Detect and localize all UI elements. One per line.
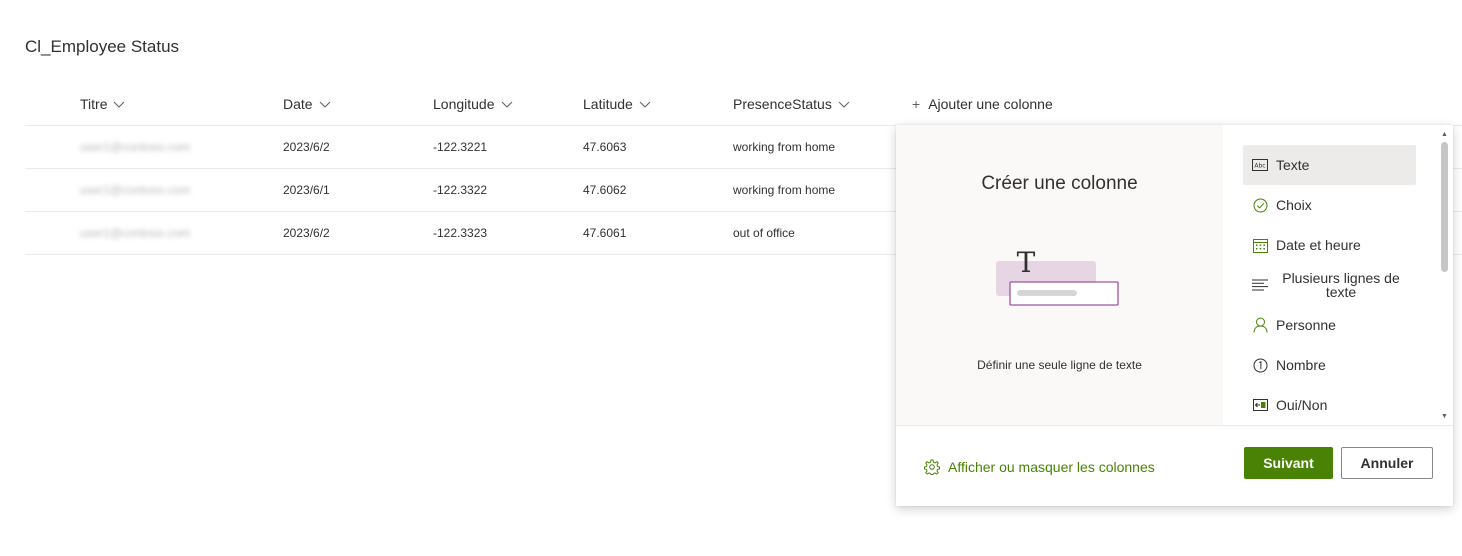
gear-icon [924,459,940,475]
column-header-titre[interactable]: Titre [80,96,125,112]
cell-presence-status: working from home [733,140,836,154]
column-header-presencestatus[interactable]: PresenceStatus [733,96,850,112]
person-icon [1252,317,1268,333]
svg-text:Abc: Abc [1254,163,1265,170]
column-type-multiline-text[interactable]: Plusieurs lignes de texte [1243,265,1416,305]
column-type-label: Date et heure [1276,237,1361,253]
show-hide-columns-link[interactable]: Afficher ou masquer les colonnes [924,459,1155,475]
list-title: Cl_Employee Status [25,37,180,56]
show-hide-columns-label: Afficher ou masquer les colonnes [948,459,1155,475]
column-type-preview: Créer une colonne T Définir une seule li… [896,125,1223,425]
choice-check-icon [1252,197,1268,213]
column-type-label: Texte [1276,157,1310,173]
type-list-scrollbar[interactable]: ▲ ▼ [1436,125,1453,425]
text-field-illustration: T [996,246,1119,306]
column-type-choice[interactable]: Choix [1243,185,1416,225]
column-type-list: Abc Texte Choix Date et heure Plusieurs … [1223,125,1436,425]
column-header-latitude[interactable]: Latitude [583,96,651,112]
calendar-icon [1252,237,1268,253]
cell-presence-status: out of office [733,226,795,240]
cell-date: 2023/6/1 [283,183,330,197]
add-column-button[interactable]: + Ajouter une colonne [912,96,1053,112]
chevron-down-icon [838,101,850,108]
cell-longitude: -122.3322 [433,183,488,197]
cell-date: 2023/6/2 [283,226,330,240]
column-header-label: Latitude [583,96,633,112]
column-header-date[interactable]: Date [283,96,331,112]
column-type-label: Nombre [1276,357,1326,373]
column-type-label: Choix [1276,197,1312,213]
number-icon [1252,357,1268,373]
column-type-label: Oui/Non [1276,397,1328,413]
chevron-down-icon [639,101,651,108]
column-header-label: PresenceStatus [733,96,832,112]
panel-footer: Afficher ou masquer les colonnes Suivant… [896,425,1453,506]
column-header-row: Titre Date Longitude Latitude PresenceSt… [25,84,1462,126]
scroll-up-arrow-icon[interactable]: ▲ [1440,129,1449,139]
chevron-down-icon [114,101,125,108]
cell-presence-status: working from home [733,183,836,197]
cell-latitude: 47.6062 [583,183,627,197]
text-icon: Abc [1252,157,1268,173]
svg-text:T: T [1017,246,1036,279]
column-type-number[interactable]: Nombre [1243,345,1416,385]
column-header-label: Date [283,96,313,112]
column-type-datetime[interactable]: Date et heure [1243,225,1416,265]
add-column-label: Ajouter une colonne [928,96,1053,112]
chevron-down-icon [319,101,330,108]
column-type-label: Plusieurs lignes de texte [1282,270,1400,300]
column-type-yes-no[interactable]: Oui/Non [1243,385,1416,425]
cell-longitude: -122.3323 [433,226,488,240]
cell-titre[interactable]: user1@contoso.com [80,226,190,240]
cell-latitude: 47.6063 [583,140,627,154]
cell-date: 2023/6/2 [283,140,330,154]
column-type-text[interactable]: Abc Texte [1243,145,1416,185]
multiline-text-icon [1252,277,1268,293]
column-type-person[interactable]: Personne [1243,305,1416,345]
cell-titre[interactable]: user1@contoso.com [80,140,190,154]
column-type-label: Personne [1276,317,1336,333]
cell-titre[interactable]: user1@contoso.com [80,183,190,197]
create-column-panel: Créer une colonne T Définir une seule li… [896,125,1453,506]
column-header-label: Longitude [433,96,495,112]
next-button[interactable]: Suivant [1244,447,1333,479]
cancel-button[interactable]: Annuler [1341,447,1433,479]
cell-latitude: 47.6061 [583,226,627,240]
chevron-down-icon [501,101,512,108]
column-type-description: Définir une seule ligne de texte [977,358,1142,372]
scroll-down-arrow-icon[interactable]: ▼ [1440,411,1449,421]
plus-icon: + [912,96,921,112]
column-header-label: Titre [80,96,108,112]
scrollbar-thumb[interactable] [1441,142,1448,272]
panel-title: Créer une colonne [981,173,1138,194]
column-header-longitude[interactable]: Longitude [433,96,513,112]
yes-no-toggle-icon [1252,397,1268,413]
cell-longitude: -122.3221 [433,140,488,154]
